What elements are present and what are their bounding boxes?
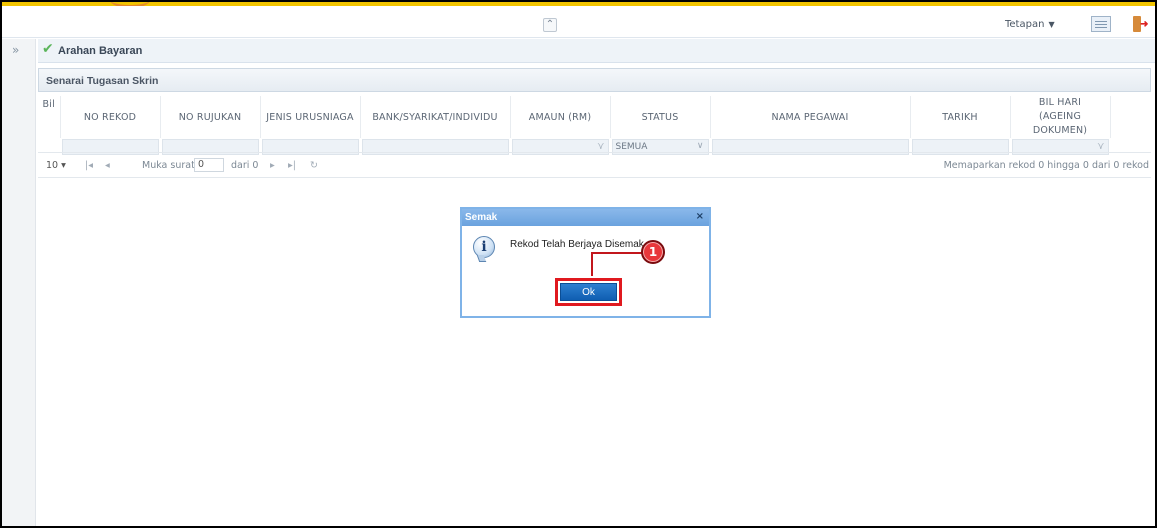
double-chevron-right-icon[interactable]: » <box>12 43 19 57</box>
page-total-label: dari 0 <box>231 160 259 171</box>
table-header-row: Bil NO REKOD NO RUJUKAN JENIS URUSNIAGA … <box>38 96 1111 138</box>
column-header-bank[interactable]: BANK/SYARIKAT/INDIVIDU <box>360 96 511 138</box>
dialog-title: Semak <box>465 212 498 223</box>
left-collapsed-sidebar <box>2 39 36 526</box>
confirmation-dialog: Semak × i Rekod Telah Berjaya Disemak Ok <box>460 207 711 318</box>
top-header: ⌃ Tetapan ▼ ➜ <box>2 6 1155 38</box>
settings-dropdown[interactable]: Tetapan ▼ <box>1005 19 1055 30</box>
column-header-tarikh[interactable]: TARIKH <box>910 96 1011 138</box>
column-header-amaun[interactable]: AMAUN (RM) <box>510 96 611 138</box>
app-window: ⌃ Tetapan ▼ ➜ » ✔ Arahan Bayaran Senarai … <box>0 0 1157 528</box>
status-filter-value: SEMUA <box>615 142 648 152</box>
next-page-icon[interactable]: ▸ <box>270 160 275 171</box>
breadcrumb: ✔ Arahan Bayaran <box>38 39 1155 63</box>
filter-funnel-icon[interactable]: ⋎ <box>1097 141 1104 152</box>
page-label: Muka surat <box>142 160 195 171</box>
page-size-value: 10 <box>46 160 59 171</box>
column-header-bil[interactable]: Bil <box>38 96 61 138</box>
column-header-nama-pegawai[interactable]: NAMA PEGAWAI <box>710 96 911 138</box>
column-header-jenis-urusniaga[interactable]: JENIS URUSNIAGA <box>260 96 361 138</box>
caret-down-icon: ▼ <box>1048 20 1055 29</box>
breadcrumb-label: Arahan Bayaran <box>58 45 143 57</box>
last-page-icon[interactable]: ▸| <box>288 160 296 171</box>
panel-title: Senarai Tugasan Skrin <box>46 75 159 87</box>
record-info: Memaparkan rekod 0 hingga 0 dari 0 rekod <box>943 160 1149 171</box>
ageing-label: (AGEING DOKUMEN) <box>1032 111 1088 136</box>
double-chevron-up-icon[interactable]: ⌃ <box>543 18 557 32</box>
prev-page-icon[interactable]: ◂ <box>105 160 110 171</box>
refresh-icon[interactable]: ↻ <box>310 160 318 171</box>
chevron-down-icon: ∨ <box>696 141 704 151</box>
grid-view-icon[interactable] <box>1091 16 1111 32</box>
page-size-select[interactable]: 10 ▾ <box>46 160 66 171</box>
first-page-icon[interactable]: |◂ <box>85 160 93 171</box>
page-number-input[interactable]: 0 <box>194 158 224 172</box>
task-table: Bil NO REKOD NO RUJUKAN JENIS URUSNIAGA … <box>38 96 1111 156</box>
column-header-status[interactable]: STATUS <box>610 96 711 138</box>
column-header-no-rujukan[interactable]: NO RUJUKAN <box>160 96 261 138</box>
callout-line <box>591 252 644 254</box>
filter-funnel-icon[interactable]: ⋎ <box>597 141 604 152</box>
column-header-bil-hari[interactable]: BIL HARI (AGEING DOKUMEN) <box>1010 96 1111 138</box>
close-icon[interactable]: × <box>696 211 704 222</box>
callout-badge: 1 <box>641 240 665 264</box>
panel-header: Senarai Tugasan Skrin <box>38 68 1151 92</box>
dialog-titlebar: Semak × <box>462 209 709 226</box>
settings-label: Tetapan <box>1005 19 1045 30</box>
bil-hari-label: BIL HARI <box>1038 97 1082 108</box>
ok-button[interactable]: Ok <box>560 283 617 301</box>
column-header-no-rekod[interactable]: NO REKOD <box>60 96 161 138</box>
callout-line <box>591 253 593 276</box>
exit-arrow-icon: ➜ <box>1140 19 1149 30</box>
dialog-message: Rekod Telah Berjaya Disemak <box>510 239 644 250</box>
check-icon: ✔ <box>42 41 54 57</box>
logout-icon[interactable]: ➜ <box>1131 16 1149 34</box>
pagination-bar: 10 ▾ |◂ ◂ Muka surat 0 dari 0 ▸ ▸| ↻ Mem… <box>38 152 1151 178</box>
info-icon: i <box>473 236 495 258</box>
highlight-box: Ok <box>555 278 622 306</box>
